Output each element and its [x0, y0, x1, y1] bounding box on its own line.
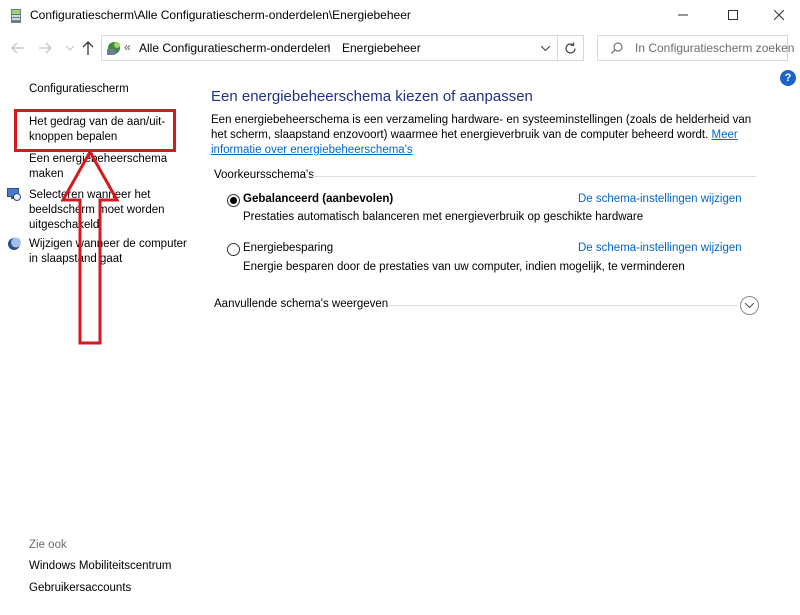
close-icon [774, 10, 784, 20]
breadcrumb-separator-icon[interactable]: › [327, 40, 331, 52]
see-also-mobility-center-link[interactable]: Windows Mobiliteitscentrum [29, 559, 172, 574]
maximize-button[interactable] [710, 0, 756, 30]
search-icon [611, 42, 623, 54]
annotation-highlight-box [14, 109, 176, 152]
page-title: Een energiebeheerschema kiezen of aanpas… [211, 88, 533, 105]
plan-power-saver-name[interactable]: Energiebesparing [243, 242, 333, 254]
back-button[interactable] [10, 40, 26, 56]
plan-balanced-settings-link[interactable]: De schema-instellingen wijzigen [578, 193, 742, 205]
search-placeholder: In Configuratiescherm zoeken [635, 41, 795, 55]
forward-button[interactable] [37, 40, 53, 56]
plan-power-saver-radio[interactable] [227, 243, 240, 256]
plan-power-saver-settings-link[interactable]: De schema-instellingen wijzigen [578, 242, 742, 254]
power-options-icon [11, 9, 21, 23]
description-text: Een energiebeheerschema is een verzameli… [211, 114, 752, 141]
additional-plans-divider [388, 305, 738, 306]
plan-balanced-description: Prestaties automatisch balanceren met en… [243, 211, 644, 223]
window-title: Configuratiescherm\Alle Configuratiesche… [30, 8, 411, 22]
plan-power-saver-description: Energie besparen door de prestaties van … [243, 261, 685, 273]
control-panel-home-link[interactable]: Configuratiescherm [29, 82, 129, 97]
address-dropdown-button[interactable] [533, 36, 557, 60]
page-description: Een energiebeheerschema is een verzameli… [211, 113, 756, 158]
search-box[interactable]: In Configuratiescherm zoeken [597, 35, 794, 61]
control-panel-icon [107, 42, 120, 55]
see-also-heading: Zie ook [29, 539, 67, 551]
up-arrow-icon [82, 41, 94, 55]
maximize-icon [728, 10, 738, 20]
refresh-icon [565, 42, 576, 54]
refresh-button[interactable] [558, 35, 584, 61]
plan-balanced-name[interactable]: Gebalanceerd (aanbevolen) [243, 193, 393, 205]
see-also-user-accounts-link[interactable]: Gebruikersaccounts [29, 581, 131, 596]
minimize-icon [678, 14, 688, 16]
address-bar[interactable]: « Alle Configuratiescherm-onderdelen › E… [101, 35, 558, 61]
minimize-button[interactable] [660, 0, 706, 30]
monitor-clock-icon [7, 188, 21, 201]
breadcrumb-current[interactable]: Energiebeheer [342, 41, 421, 55]
plan-balanced-radio[interactable] [227, 194, 240, 207]
help-button[interactable]: ? [780, 70, 796, 86]
chevron-down-icon [540, 45, 550, 51]
navigation-bar: « Alle Configuratiescherm-onderdelen › E… [0, 31, 800, 65]
forward-arrow-icon [39, 42, 52, 54]
show-additional-plans-label[interactable]: Aanvullende schema's weergeven [214, 298, 388, 310]
moon-icon [8, 237, 21, 250]
up-button[interactable] [80, 40, 96, 56]
title-bar: Configuratiescherm\Alle Configuratiesche… [0, 0, 800, 31]
preferred-plans-heading: Voorkeursschema's [214, 169, 314, 181]
help-icon: ? [784, 72, 792, 84]
preferred-plans-divider [310, 176, 756, 177]
annotation-arrow-icon [60, 150, 120, 345]
breadcrumb-overflow-icon[interactable]: « [124, 40, 131, 54]
recent-locations-dropdown[interactable] [62, 40, 78, 56]
back-arrow-icon [11, 42, 24, 54]
show-additional-plans-button[interactable] [740, 296, 759, 315]
chevron-down-icon [745, 303, 754, 308]
breadcrumb-root[interactable]: Alle Configuratiescherm-onderdelen [139, 41, 330, 55]
close-button[interactable] [756, 0, 800, 30]
chevron-down-icon [66, 45, 74, 51]
